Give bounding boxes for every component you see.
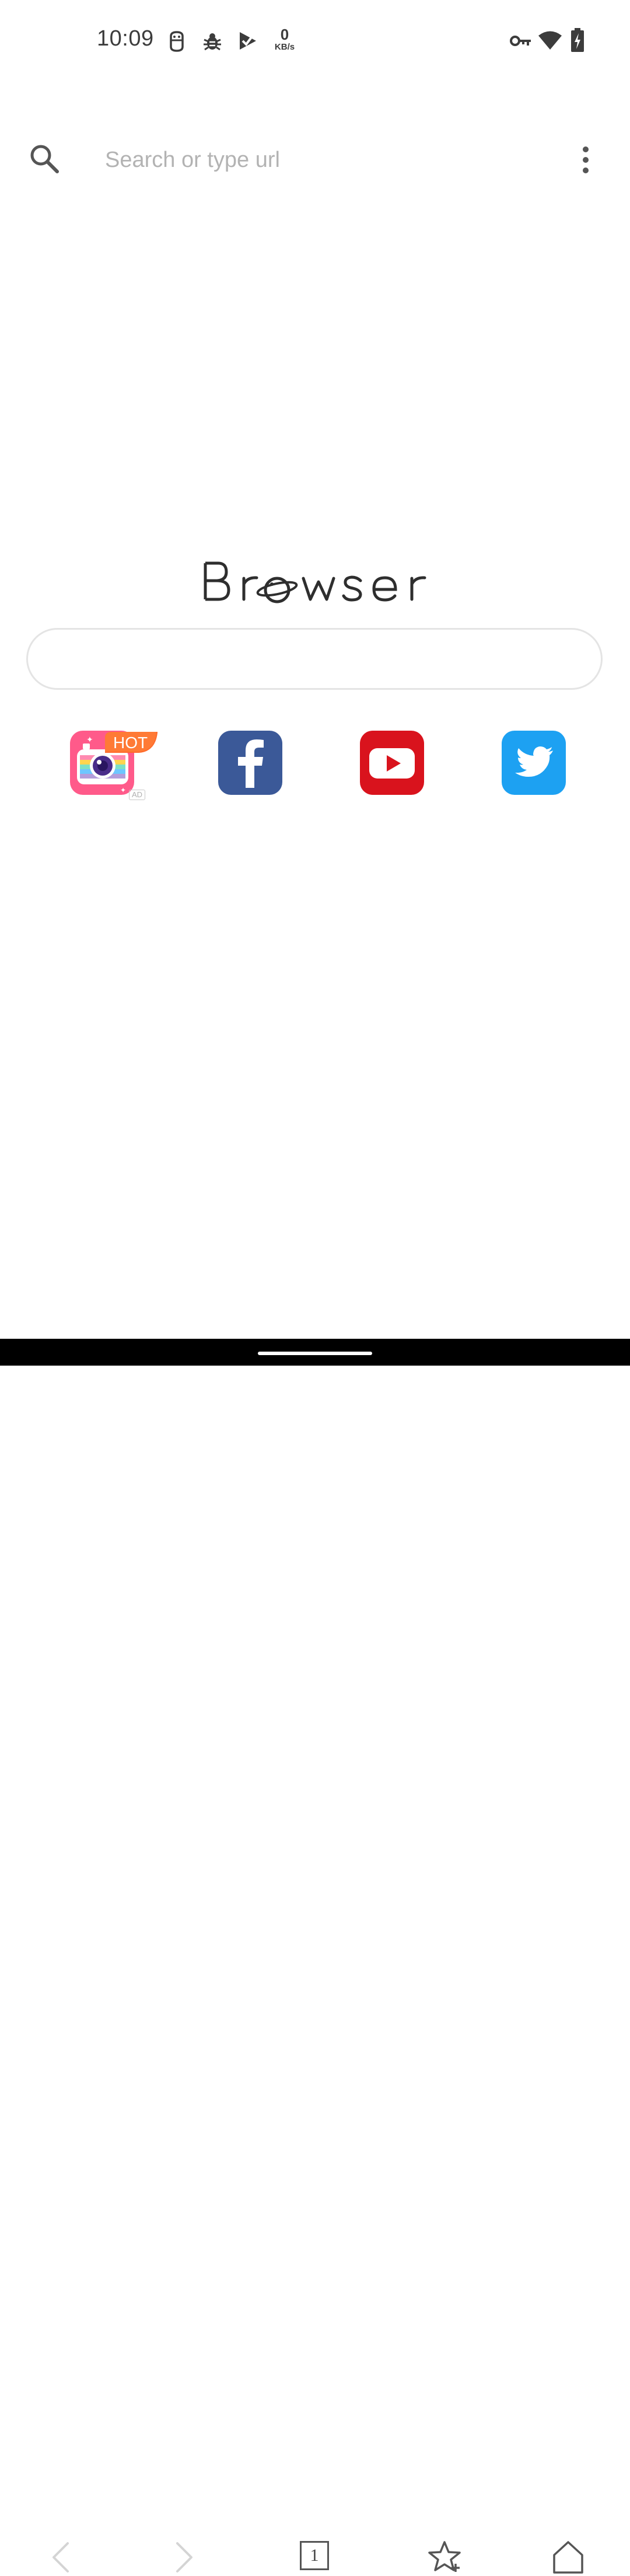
status-time: 10:09 xyxy=(97,26,154,51)
gesture-handle[interactable] xyxy=(258,1352,372,1355)
main-search-box[interactable] xyxy=(26,628,603,690)
bug-icon xyxy=(204,33,221,51)
battery-charging-icon xyxy=(571,28,584,52)
forward-icon[interactable] xyxy=(164,2539,202,2576)
url-input[interactable] xyxy=(105,142,548,177)
tabs-button[interactable]: 1 xyxy=(300,2541,329,2570)
svg-text:✦: ✦ xyxy=(120,786,126,794)
play-protect-icon xyxy=(240,32,256,50)
status-bar: 10:09 0 KB/s xyxy=(0,0,630,70)
shortcut-twitter[interactable] xyxy=(502,731,566,795)
vpn-key-icon xyxy=(510,36,531,46)
shortcut-facebook[interactable] xyxy=(218,731,282,795)
search-icon[interactable] xyxy=(28,142,61,175)
shortcut-beauty-camera[interactable]: ✦ ✦ HOT xyxy=(70,731,158,795)
youtube-icon xyxy=(360,731,424,795)
twitter-icon xyxy=(502,731,566,795)
bottom-navigation: 1 xyxy=(0,1261,630,2574)
browser-logo xyxy=(204,561,426,603)
shortcut-youtube[interactable] xyxy=(360,731,424,795)
android-debug-icon xyxy=(170,31,184,52)
home-icon[interactable] xyxy=(550,2539,587,2576)
wifi-icon xyxy=(538,31,562,50)
network-speed-value: 0 xyxy=(280,26,289,43)
bookmark-add-icon[interactable] xyxy=(426,2539,463,2576)
network-speed-indicator: 0 KB/s xyxy=(272,27,298,53)
back-icon[interactable] xyxy=(43,2539,80,2576)
svg-text:✦: ✦ xyxy=(86,735,93,745)
network-speed-unit: KB/s xyxy=(274,42,295,52)
hot-badge-label: HOT xyxy=(113,734,148,752)
more-vertical-icon[interactable] xyxy=(574,142,597,177)
ad-badge: AD xyxy=(129,790,145,800)
facebook-icon xyxy=(218,731,282,795)
